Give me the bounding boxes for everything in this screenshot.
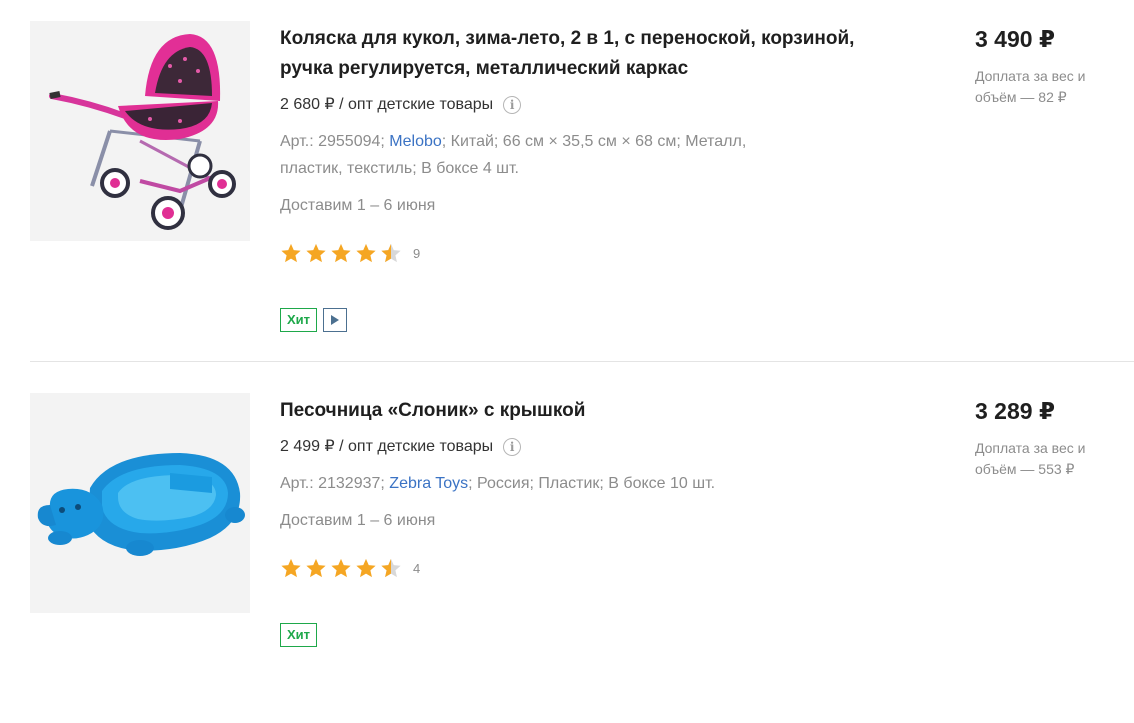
divider	[30, 361, 1134, 362]
half-star-icon	[381, 558, 401, 578]
badges: Хит	[280, 308, 348, 332]
badges: Хит	[280, 623, 318, 647]
product-card: Коляска для кукол, зима-лето, 2 в 1, с п…	[30, 21, 1134, 351]
product-title[interactable]: Песочница «Слоник» с крышкой	[280, 396, 880, 426]
hit-badge: Хит	[280, 308, 318, 332]
product-image[interactable]	[30, 21, 250, 241]
brand-link[interactable]: Melobo	[389, 133, 441, 150]
info-icon[interactable]: i	[503, 96, 522, 114]
delivery-date: Доставим 1 – 6 июня	[280, 197, 436, 214]
star-icon	[356, 558, 376, 578]
surcharge-note: Доплата за вес и объём — 553 ₽	[975, 440, 1086, 477]
product-price: 3 490 ₽	[975, 26, 1055, 52]
rating[interactable]: 4	[280, 557, 420, 579]
brand-link[interactable]: Zebra Toys	[389, 475, 468, 492]
half-star-icon	[381, 243, 401, 263]
wholesale-price: 2 499 ₽ / опт детские товары	[280, 438, 494, 455]
star-icon	[306, 558, 326, 578]
product-attributes: Арт.: 2132937; Zebra Toys; Россия; Пласт…	[280, 470, 750, 497]
rating[interactable]: 9	[280, 242, 420, 264]
review-count[interactable]: 9	[413, 246, 420, 261]
star-icon	[306, 243, 326, 263]
product-image[interactable]	[30, 393, 250, 613]
video-play-icon[interactable]	[323, 308, 348, 332]
delivery-date: Доставим 1 – 6 июня	[280, 512, 436, 529]
product-price: 3 289 ₽	[975, 398, 1055, 424]
star-icon	[331, 243, 351, 263]
article-number: Арт.: 2955094;	[280, 133, 390, 150]
hit-badge: Хит	[280, 623, 318, 647]
wholesale-price-line: 2 680 ₽ / опт детские товары i	[280, 95, 522, 115]
star-icon	[281, 558, 301, 578]
article-number: Арт.: 2132937;	[280, 475, 390, 492]
star-icon	[356, 243, 376, 263]
star-icon	[331, 558, 351, 578]
elephant-sandbox-image	[37, 453, 245, 556]
surcharge-note: Доплата за вес и объём — 82 ₽	[975, 68, 1086, 105]
review-count[interactable]: 4	[413, 561, 420, 576]
info-icon[interactable]: i	[503, 438, 522, 456]
product-attributes: Арт.: 2955094; Melobo; Китай; 66 см × 35…	[280, 128, 750, 182]
doll-stroller-image	[49, 34, 236, 230]
star-icon	[281, 243, 301, 263]
attributes-text: ; Россия; Пластик; В боксе 10 шт.	[468, 475, 716, 492]
product-title[interactable]: Коляска для кукол, зима-лето, 2 в 1, с п…	[280, 24, 880, 84]
wholesale-price-line: 2 499 ₽ / опт детские товары i	[280, 437, 522, 457]
wholesale-price: 2 680 ₽ / опт детские товары	[280, 96, 494, 113]
product-card: Песочница «Слоник» с крышкой 2 499 ₽ / о…	[30, 393, 1134, 723]
